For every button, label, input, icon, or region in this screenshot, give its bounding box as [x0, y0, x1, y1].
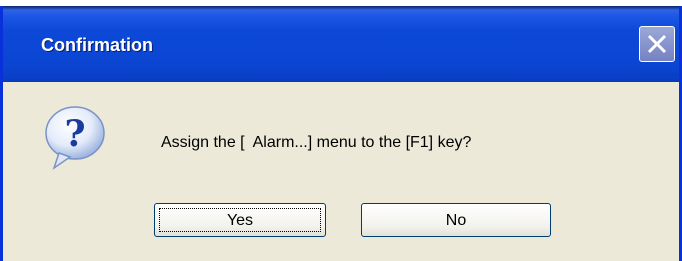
dialog-title: Confirmation — [41, 35, 153, 55]
confirmation-dialog: Confirmation ? Assign the [Alarm...] me… — [0, 6, 682, 261]
confirmation-message: Assign the [ Alarm...] menu to the [F1] … — [161, 134, 472, 151]
close-icon — [647, 34, 667, 54]
yes-button[interactable]: Yes — [154, 203, 326, 237]
question-icon: ? — [39, 101, 111, 173]
no-button-label: No — [445, 212, 467, 229]
no-button[interactable]: No — [361, 203, 551, 237]
svg-text:?: ? — [64, 113, 85, 155]
dialog-body: ? Assign the [ Alarm...] menu to the [F1… — [3, 82, 679, 261]
close-button[interactable] — [639, 26, 675, 62]
title-bar[interactable]: Confirmation — [3, 6, 679, 82]
yes-button-label: Yes — [226, 212, 254, 229]
